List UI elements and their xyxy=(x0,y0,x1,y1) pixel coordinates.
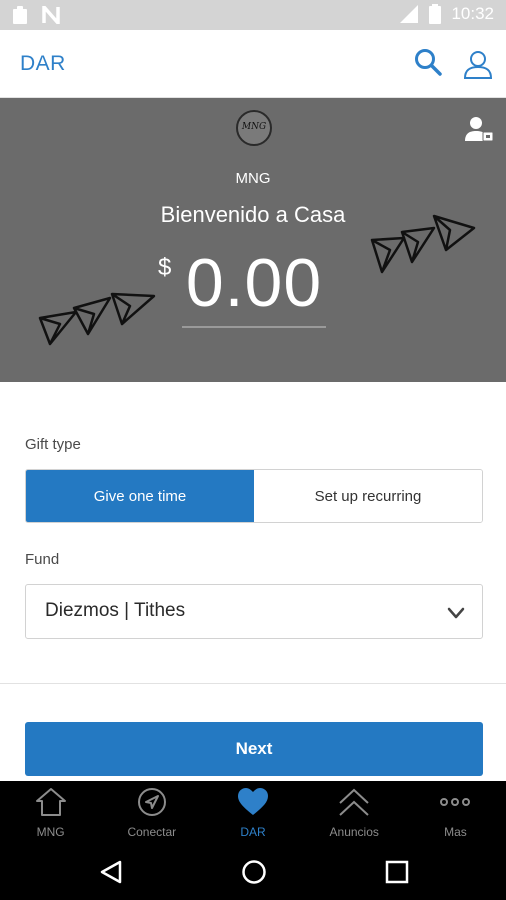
organization-name: MNG xyxy=(235,170,271,187)
set-up-recurring-button[interactable]: Set up recurring xyxy=(254,470,482,522)
compass-icon xyxy=(137,788,166,816)
divider xyxy=(0,683,506,684)
fund-dropdown[interactable]: Diezmos | Tithes xyxy=(25,584,483,639)
home-icon xyxy=(35,788,66,816)
page-title: DAR xyxy=(20,52,66,75)
home-circle-icon[interactable] xyxy=(241,859,267,885)
search-icon[interactable] xyxy=(412,46,444,78)
arrows-decoration-icon xyxy=(38,292,156,346)
tab-anuncios[interactable]: Anuncios xyxy=(304,781,405,843)
double-chevron-up-icon xyxy=(339,788,369,816)
currency-symbol: $ xyxy=(158,254,172,281)
next-button[interactable]: Next xyxy=(25,722,483,776)
amount-input[interactable]: 0.00 xyxy=(182,244,326,322)
status-bar: 10:32 xyxy=(0,0,506,30)
tab-label: Mas xyxy=(444,825,467,839)
fund-label: Fund xyxy=(25,551,60,568)
more-icon xyxy=(440,798,471,806)
tab-mas[interactable]: Mas xyxy=(405,781,506,843)
tab-conectar[interactable]: Conectar xyxy=(101,781,202,843)
n-app-icon xyxy=(42,6,60,24)
profile-lock-icon[interactable] xyxy=(464,116,494,142)
back-icon[interactable] xyxy=(98,859,124,885)
status-time: 10:32 xyxy=(451,4,494,23)
fund-selected-value: Diezmos | Tithes xyxy=(45,600,186,621)
user-icon[interactable] xyxy=(462,48,494,80)
clipboard-icon xyxy=(13,6,27,24)
chevron-down-icon xyxy=(447,607,465,619)
arrows-decoration-icon xyxy=(370,214,476,274)
gift-type-label: Gift type xyxy=(25,436,81,453)
gift-type-toggle: Give one time Set up recurring xyxy=(25,469,483,523)
church-logo: MNG xyxy=(236,110,272,146)
tab-label: Anuncios xyxy=(329,825,379,839)
app-header: DAR xyxy=(0,30,506,98)
battery-icon xyxy=(429,4,442,24)
signal-icon xyxy=(400,5,419,23)
logo-text: MNG xyxy=(241,122,267,132)
give-hero: MNG MNG Bienvenido a Casa $ 0.00 xyxy=(0,98,506,382)
tab-dar[interactable]: DAR xyxy=(202,781,303,843)
system-nav-bar xyxy=(0,843,506,900)
bottom-tab-bar: MNG Conectar DAR Anuncios Mas xyxy=(0,781,506,843)
tab-label: DAR xyxy=(240,825,266,839)
tab-label: Conectar xyxy=(127,825,177,839)
tab-mng[interactable]: MNG xyxy=(0,781,101,843)
amount-underline xyxy=(182,326,326,328)
tab-label: MNG xyxy=(36,825,65,839)
recent-apps-icon[interactable] xyxy=(385,860,409,884)
heart-icon xyxy=(238,788,268,815)
give-one-time-button[interactable]: Give one time xyxy=(26,470,254,522)
